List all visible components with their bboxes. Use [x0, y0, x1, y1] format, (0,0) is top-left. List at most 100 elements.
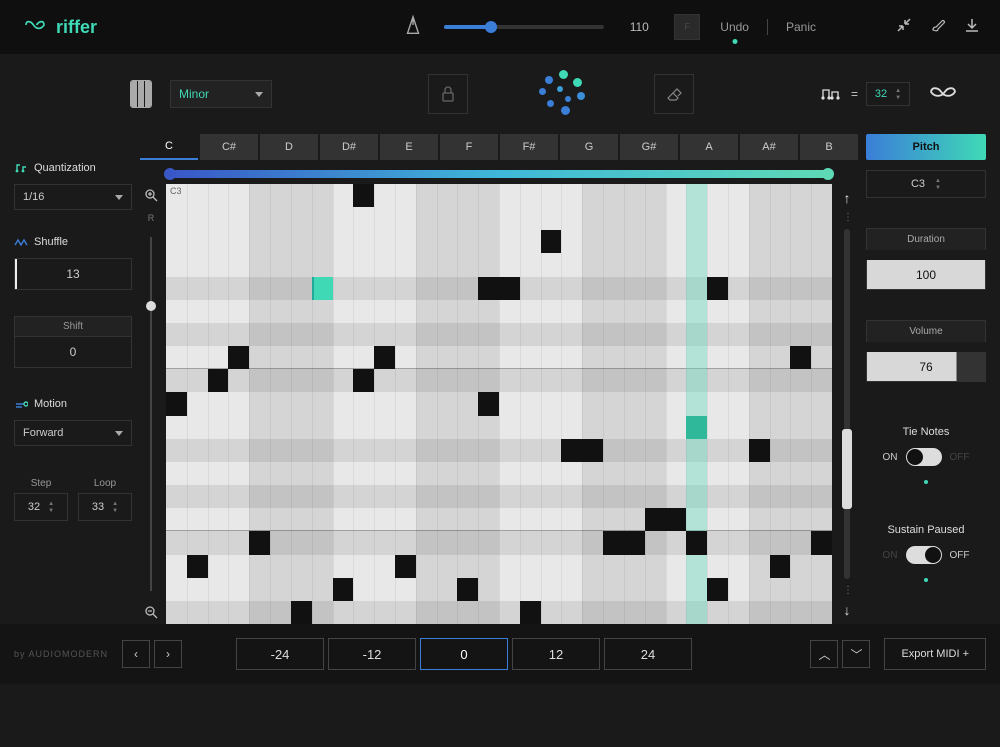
volume-value[interactable]: 76: [866, 352, 986, 382]
range-handle-high[interactable]: [822, 168, 834, 180]
note-cell[interactable]: [228, 346, 249, 369]
note-cell[interactable]: [333, 578, 354, 601]
root-tab-E[interactable]: E: [380, 134, 438, 160]
loop-input[interactable]: 33▲▼: [78, 493, 132, 521]
quantization-select[interactable]: 1/16: [14, 184, 132, 210]
note-cell[interactable]: [457, 578, 478, 601]
note-cell[interactable]: [478, 277, 499, 300]
note-cell[interactable]: [686, 531, 707, 554]
tempo-slider[interactable]: [444, 25, 604, 29]
note-cell[interactable]: [353, 184, 374, 207]
root-tab-G[interactable]: G: [560, 134, 618, 160]
zoom-slider[interactable]: [150, 237, 152, 591]
shuffle-input[interactable]: 13: [14, 258, 132, 290]
note-cell[interactable]: [374, 346, 395, 369]
tempo-slider-handle[interactable]: [485, 21, 497, 33]
transpose--12[interactable]: -12: [328, 638, 416, 670]
note-cell[interactable]: [790, 346, 811, 369]
step-input[interactable]: 32▲▼: [14, 493, 68, 521]
root-tab-B[interactable]: B: [800, 134, 858, 160]
scroll-up-icon[interactable]: ↑: [844, 190, 851, 206]
transpose-0[interactable]: 0: [420, 638, 508, 670]
note-cell[interactable]: [603, 531, 624, 554]
note-cell[interactable]: [187, 555, 208, 578]
pitch-value[interactable]: C3▲▼: [866, 170, 986, 198]
piano-roll-grid[interactable]: C3 E1: [166, 184, 832, 624]
transpose-24[interactable]: 24: [604, 638, 692, 670]
next-button[interactable]: ›: [154, 640, 182, 668]
dots-icon: ⋮: [843, 585, 851, 596]
octave-down-button[interactable]: ﹀: [842, 640, 870, 668]
note-cell[interactable]: [249, 531, 270, 554]
note-cell[interactable]: [749, 439, 770, 462]
infinity-icon[interactable]: [926, 83, 960, 106]
r-label: R: [148, 213, 155, 223]
piano-keys-icon[interactable]: [130, 80, 152, 108]
root-tab-Csharp[interactable]: C#: [200, 134, 258, 160]
root-tab-D[interactable]: D: [260, 134, 318, 160]
octave-up-button[interactable]: ︿: [810, 640, 838, 668]
note-cell[interactable]: [395, 555, 416, 578]
note-cell[interactable]: [166, 392, 187, 415]
bottom-bar: by AUDIOMODERN ‹ › -24-1201224 ︿ ﹀ Expor…: [0, 624, 1000, 684]
root-tab-Dsharp[interactable]: D#: [320, 134, 378, 160]
brush-icon[interactable]: [930, 17, 946, 38]
note-cell[interactable]: [582, 439, 603, 462]
duration-value[interactable]: 100: [866, 260, 986, 290]
root-tab-A[interactable]: A: [680, 134, 738, 160]
note-cell[interactable]: [208, 369, 229, 392]
note-cell[interactable]: [312, 277, 333, 300]
zoom-in-icon[interactable]: [144, 188, 158, 207]
quantization-label: Quantization: [14, 162, 132, 174]
export-midi-button[interactable]: Export MIDI +: [884, 638, 986, 670]
lock-button[interactable]: [428, 74, 468, 114]
vertical-scrollbar[interactable]: [844, 229, 850, 579]
pitch-header[interactable]: Pitch: [866, 134, 986, 160]
root-tab-F[interactable]: F: [440, 134, 498, 160]
generate-button[interactable]: [531, 64, 591, 124]
root-tab-Gsharp[interactable]: G#: [620, 134, 678, 160]
note-cell[interactable]: [624, 531, 645, 554]
minimize-icon[interactable]: [896, 17, 912, 38]
note-cell[interactable]: [770, 555, 791, 578]
root-tab-C[interactable]: C: [140, 134, 198, 160]
panic-button[interactable]: Panic: [786, 20, 816, 34]
note-cell[interactable]: [353, 369, 374, 392]
note-cell[interactable]: [541, 230, 562, 253]
tempo-value[interactable]: 110: [624, 20, 654, 34]
step-label: Step: [14, 474, 68, 493]
note-cell[interactable]: [811, 531, 832, 554]
transpose--24[interactable]: -24: [236, 638, 324, 670]
motion-select[interactable]: Forward: [14, 420, 132, 446]
root-tab-Fsharp[interactable]: F#: [500, 134, 558, 160]
range-handle-low[interactable]: [164, 168, 176, 180]
metronome-icon[interactable]: [402, 14, 424, 41]
sustain-toggle[interactable]: [906, 546, 942, 564]
scrollbar-thumb[interactable]: [842, 429, 852, 509]
download-icon[interactable]: [964, 17, 980, 38]
root-tab-Asharp[interactable]: A#: [740, 134, 798, 160]
zoom-out-icon[interactable]: [144, 605, 158, 624]
note-cell[interactable]: [645, 508, 666, 531]
scale-select[interactable]: Minor: [170, 80, 272, 108]
transpose-12[interactable]: 12: [512, 638, 600, 670]
note-cell[interactable]: [707, 277, 728, 300]
note-cell[interactable]: [561, 439, 582, 462]
tempo-letter-box[interactable]: F: [674, 14, 700, 40]
duration-label: Duration: [866, 228, 986, 250]
note-cell[interactable]: [291, 601, 312, 624]
note-cell[interactable]: [520, 601, 541, 624]
scroll-down-icon[interactable]: ↓: [844, 602, 851, 618]
undo-button[interactable]: Undo: [720, 20, 749, 34]
note-cell[interactable]: [707, 578, 728, 601]
eraser-button[interactable]: [654, 74, 694, 114]
prev-button[interactable]: ‹: [122, 640, 150, 668]
note-cell[interactable]: [499, 277, 520, 300]
note-cell[interactable]: [666, 508, 687, 531]
tie-notes-toggle[interactable]: [906, 448, 942, 466]
note-cell[interactable]: [686, 416, 707, 439]
steps-input[interactable]: 32 ▲▼: [866, 82, 910, 106]
pitch-range-bar[interactable]: [170, 170, 828, 178]
note-cell[interactable]: [478, 392, 499, 415]
shift-input[interactable]: 0: [14, 336, 132, 368]
